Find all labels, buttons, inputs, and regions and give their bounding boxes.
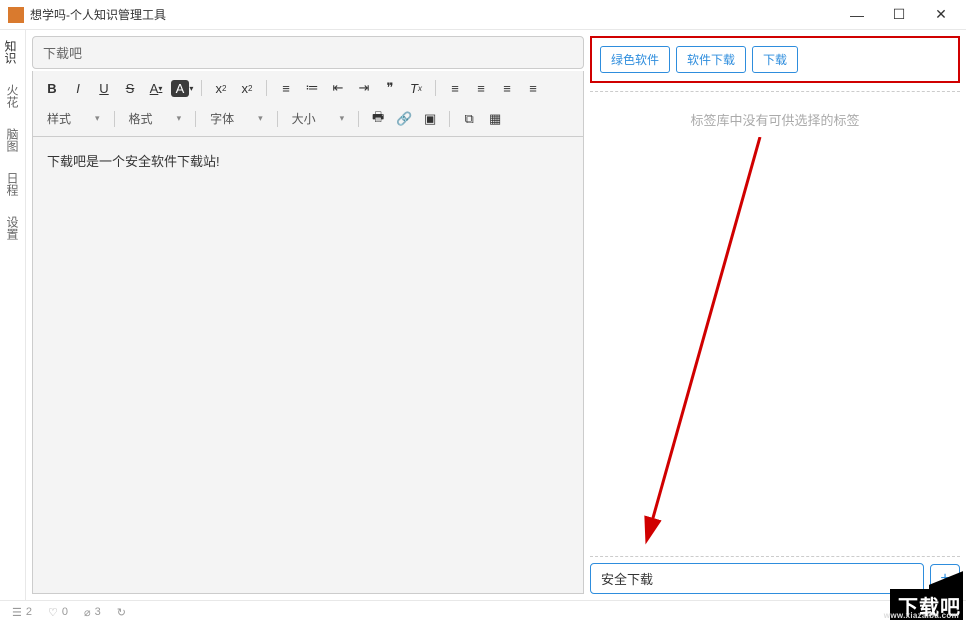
tag-chip[interactable]: 软件下载 bbox=[676, 46, 746, 73]
note-title-input[interactable]: 下载吧 bbox=[32, 36, 584, 69]
font-select[interactable]: 字体▾ bbox=[204, 107, 269, 130]
tag-chip[interactable]: 绿色软件 bbox=[600, 46, 670, 73]
align-left-button[interactable]: ≡ bbox=[444, 77, 466, 99]
unordered-list-button[interactable]: ≔ bbox=[301, 77, 323, 99]
link-icon[interactable]: 🔗 bbox=[393, 108, 415, 130]
tag-library-empty-msg: 标签库中没有可供选择的标签 bbox=[590, 92, 960, 137]
status-count-3: ⌀ 3 bbox=[84, 606, 101, 619]
highlight-button[interactable]: A▾ bbox=[171, 77, 193, 99]
ordered-list-button[interactable]: ≡ bbox=[275, 77, 297, 99]
strike-button[interactable]: S bbox=[119, 77, 141, 99]
format-select[interactable]: 格式▾ bbox=[123, 107, 188, 130]
sidebar: 知识 火花 脑图 日程 设置 bbox=[0, 30, 26, 600]
main-area: 知识 火花 脑图 日程 设置 下载吧 B I U S A▾ A▾ x2 x2 bbox=[0, 30, 966, 600]
table-icon[interactable]: ▦ bbox=[484, 108, 506, 130]
underline-button[interactable]: U bbox=[93, 77, 115, 99]
editor-column: 下载吧 B I U S A▾ A▾ x2 x2 ≡ ≔ ⇤ ⇥ bbox=[32, 36, 584, 594]
tag-chip[interactable]: 下载 bbox=[752, 46, 798, 73]
status-count-1: ☰ 2 bbox=[12, 606, 32, 619]
window-controls: — ☐ ✕ bbox=[850, 8, 958, 22]
image-icon[interactable]: ▣ bbox=[419, 108, 441, 130]
size-select[interactable]: 大小▾ bbox=[286, 107, 351, 130]
tags-fill-area bbox=[590, 137, 960, 548]
watermark: 下载吧 www.xiazaiba.com bbox=[848, 560, 963, 620]
bold-button[interactable]: B bbox=[41, 77, 63, 99]
align-center-button[interactable]: ≡ bbox=[470, 77, 492, 99]
sidebar-item-mindmap[interactable]: 脑图 bbox=[0, 118, 25, 162]
app-icon bbox=[8, 7, 24, 23]
print-icon[interactable]: 🖶 bbox=[367, 108, 389, 130]
align-justify-button[interactable]: ≡ bbox=[522, 77, 544, 99]
editor-body[interactable]: 下载吧是一个安全软件下载站! bbox=[32, 137, 584, 594]
outdent-button[interactable]: ⇤ bbox=[327, 77, 349, 99]
title-bar: 想学吗-个人知识管理工具 — ☐ ✕ bbox=[0, 0, 966, 30]
sidebar-item-spark[interactable]: 火花 bbox=[0, 74, 25, 118]
status-refresh-icon[interactable]: ↻ bbox=[117, 606, 126, 619]
active-tags-box: 绿色软件 软件下载 下载 bbox=[590, 36, 960, 83]
align-right-button[interactable]: ≡ bbox=[496, 77, 518, 99]
font-color-button[interactable]: A▾ bbox=[145, 77, 167, 99]
italic-button[interactable]: I bbox=[67, 77, 89, 99]
sidebar-item-knowledge[interactable]: 知识 bbox=[0, 30, 25, 74]
tags-panel: 绿色软件 软件下载 下载 标签库中没有可供选择的标签 bbox=[590, 36, 960, 594]
minimize-button[interactable]: — bbox=[850, 8, 864, 22]
indent-button[interactable]: ⇥ bbox=[353, 77, 375, 99]
code-icon[interactable]: ⧉ bbox=[458, 108, 480, 130]
style-select[interactable]: 样式▾ bbox=[41, 107, 106, 130]
close-button[interactable]: ✕ bbox=[934, 8, 948, 22]
sidebar-item-schedule[interactable]: 日程 bbox=[0, 162, 25, 206]
maximize-button[interactable]: ☐ bbox=[892, 8, 906, 22]
status-bar: ☰ 2 ♡ 0 ⌀ 3 ↻ ⊙ Bug bbox=[0, 600, 966, 623]
editor-toolbar: B I U S A▾ A▾ x2 x2 ≡ ≔ ⇤ ⇥ ❞ Tx bbox=[32, 71, 584, 137]
sidebar-item-settings[interactable]: 设置 bbox=[0, 206, 25, 250]
watermark-url: www.xiazaiba.com bbox=[884, 611, 959, 620]
superscript-button[interactable]: x2 bbox=[236, 77, 258, 99]
app-title: 想学吗-个人知识管理工具 bbox=[30, 6, 850, 23]
clear-format-button[interactable]: Tx bbox=[405, 77, 427, 99]
content-area: 下载吧 B I U S A▾ A▾ x2 x2 ≡ ≔ ⇤ ⇥ bbox=[26, 30, 966, 600]
quote-button[interactable]: ❞ bbox=[379, 77, 401, 99]
subscript-button[interactable]: x2 bbox=[210, 77, 232, 99]
status-count-2: ♡ 0 bbox=[48, 606, 68, 619]
